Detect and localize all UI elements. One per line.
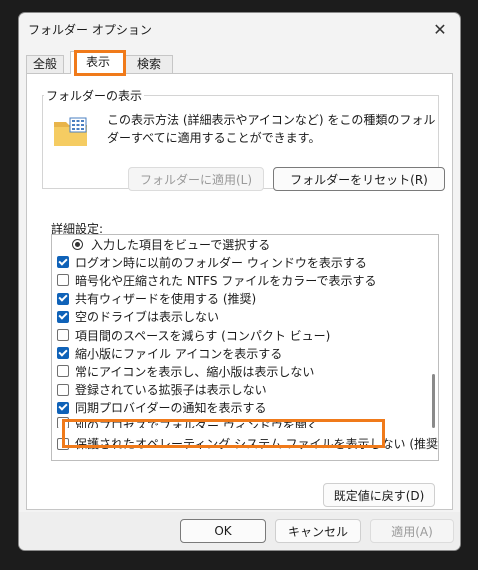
list-item[interactable]: 登録されている拡張子は表示しない (52, 381, 426, 399)
apply-button[interactable]: 適用(A) (370, 519, 454, 543)
list-item[interactable]: 入力した項目をビューで選択する (52, 235, 426, 253)
list-item[interactable]: 項目間のスペースを減らす (コンパクト ビュー) (52, 326, 426, 344)
reset-folders-button[interactable]: フォルダーをリセット(R) (273, 167, 445, 191)
list-item-label: 共有ウィザードを使用する (推奨) (75, 292, 257, 307)
dialog-footer: OK キャンセル 適用(A) (19, 512, 460, 550)
scrollbar-thumb[interactable] (432, 374, 435, 428)
radio-button[interactable] (72, 238, 83, 250)
folder-options-dialog: フォルダー オプション ✕ 全般 検索 表示 フォルダーの表示 この表示方法 (… (18, 12, 461, 551)
list-item-label: 別のプロセスでフォルダー ウィンドウを開く (75, 418, 319, 428)
list-item-label: 縮小版にファイル アイコンを表示する (75, 346, 283, 361)
checkbox[interactable] (57, 365, 69, 378)
close-icon[interactable]: ✕ (420, 13, 460, 45)
checkbox[interactable] (57, 401, 69, 414)
list-item-label: 常にアイコンを表示し、縮小版は表示しない (75, 364, 315, 379)
checkbox[interactable] (57, 437, 69, 450)
list-item[interactable]: 同期プロバイダーの通知を表示する (52, 399, 426, 417)
checkbox[interactable] (57, 383, 69, 396)
tab-view[interactable]: 表示 (70, 51, 126, 74)
checkbox[interactable] (57, 256, 69, 269)
list-item-label: 同期プロバイダーの通知を表示する (75, 401, 267, 416)
checkbox[interactable] (57, 274, 69, 287)
folder-icon (54, 117, 87, 146)
list-item[interactable]: 暗号化や圧縮された NTFS ファイルをカラーで表示する (52, 271, 426, 289)
list-item-label: 空のドライブは表示しない (75, 310, 220, 325)
checkbox[interactable] (57, 347, 69, 360)
restore-defaults-button[interactable]: 既定値に戻す(D) (323, 483, 435, 507)
checkbox[interactable] (57, 310, 69, 323)
list-item[interactable]: ログオン時に以前のフォルダー ウィンドウを表示する (52, 253, 426, 271)
list-item[interactable]: 保護されたオペレーティング システム ファイルを表示しない (推奨) (52, 435, 438, 453)
ok-button[interactable]: OK (180, 519, 266, 543)
tab-search[interactable]: 検索 (125, 55, 173, 73)
apply-to-folders-button[interactable]: フォルダーに適用(L) (128, 167, 264, 191)
list-item[interactable]: 縮小版にファイル アイコンを表示する (52, 344, 426, 362)
scrollbar[interactable] (430, 237, 436, 458)
view-tab-panel: フォルダーの表示 この表示方法 (詳細表示やアイコンなど) をこの種類のフォルダ… (26, 73, 453, 510)
list-item-label: 入力した項目をビューで選択する (91, 237, 271, 252)
advanced-settings-items: 入力した項目をビューで選択する ログオン時に以前のフォルダー ウィンドウを表示す… (52, 235, 438, 453)
checkbox[interactable] (57, 416, 69, 428)
list-item-label: 登録されている拡張子は表示しない (75, 383, 267, 398)
title-bar[interactable]: フォルダー オプション ✕ (19, 13, 460, 45)
checkbox[interactable] (57, 329, 69, 342)
advanced-settings-list[interactable]: 入力した項目をビューで選択する ログオン時に以前のフォルダー ウィンドウを表示す… (51, 234, 439, 461)
list-item-label: 項目間のスペースを減らす (コンパクト ビュー) (75, 328, 331, 343)
cancel-button[interactable]: キャンセル (275, 519, 361, 543)
list-item-label: ログオン時に以前のフォルダー ウィンドウを表示する (75, 255, 367, 270)
folder-views-label: フォルダーの表示 (44, 87, 145, 104)
list-item-label: 暗号化や圧縮された NTFS ファイルをカラーで表示する (75, 273, 377, 288)
folder-views-description: この表示方法 (詳細表示やアイコンなど) をこの種類のフォルダーすべてに適用する… (107, 113, 436, 145)
list-item[interactable]: 常にアイコンを表示し、縮小版は表示しない (52, 362, 426, 380)
list-item-label: 保護されたオペレーティング システム ファイルを表示しない (推奨) (75, 437, 439, 452)
tab-general[interactable]: 全般 (26, 55, 64, 73)
list-item[interactable]: 別のプロセスでフォルダー ウィンドウを開く (52, 416, 426, 428)
list-item[interactable]: 空のドライブは表示しない (52, 308, 426, 326)
window-title: フォルダー オプション (28, 23, 152, 37)
checkbox[interactable] (57, 292, 69, 305)
list-item[interactable]: 共有ウィザードを使用する (推奨) (52, 290, 426, 308)
